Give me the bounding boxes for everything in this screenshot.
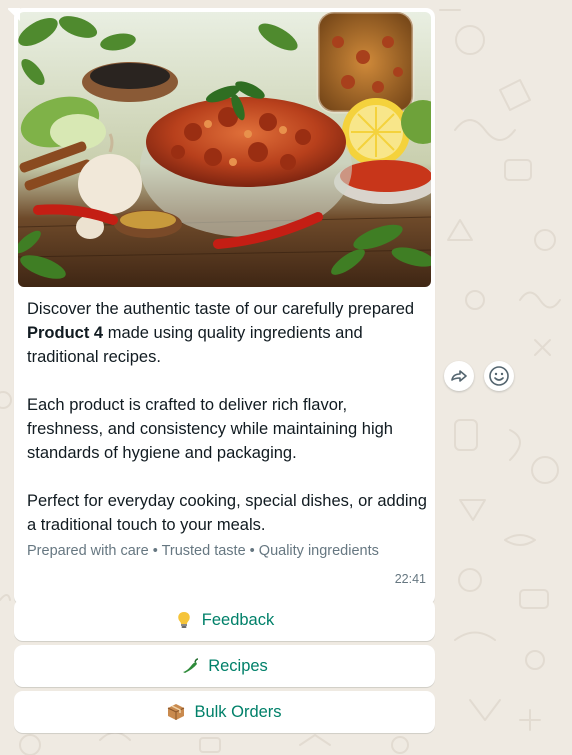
product-image[interactable] (18, 12, 431, 287)
message-timestamp: 22:41 (394, 572, 426, 586)
caption-paragraph-3: Perfect for everyday cooking, special di… (27, 492, 427, 534)
quick-reply-label: Recipes (208, 656, 268, 675)
lightbulb-icon (175, 611, 193, 629)
product-name: Product 4 (27, 324, 104, 342)
chili-icon (181, 657, 199, 675)
bubble-tail (8, 8, 20, 21)
food-pickle-photo (18, 12, 431, 287)
forward-button[interactable] (444, 361, 474, 391)
message-bubble[interactable]: Discover the authentic taste of our care… (8, 8, 435, 605)
quick-reply-bulk-orders[interactable]: Bulk Orders (14, 691, 435, 733)
caption-paragraph-1: Discover the authentic taste of our care… (27, 300, 415, 366)
message-caption: Discover the authentic taste of our care… (27, 297, 427, 537)
caption-paragraph-2: Each product is crafted to deliver rich … (27, 396, 393, 462)
message-footer: Prepared with care • Trusted taste • Qua… (27, 543, 379, 559)
quick-reply-label: Feedback (201, 610, 275, 629)
forward-icon (451, 370, 467, 382)
emoji-icon (489, 366, 509, 386)
package-icon (167, 703, 185, 721)
quick-reply-label: Bulk Orders (194, 702, 282, 721)
quick-reply-feedback[interactable]: Feedback (14, 599, 435, 641)
quick-reply-recipes[interactable]: Recipes (14, 645, 435, 687)
react-button[interactable] (484, 361, 514, 391)
